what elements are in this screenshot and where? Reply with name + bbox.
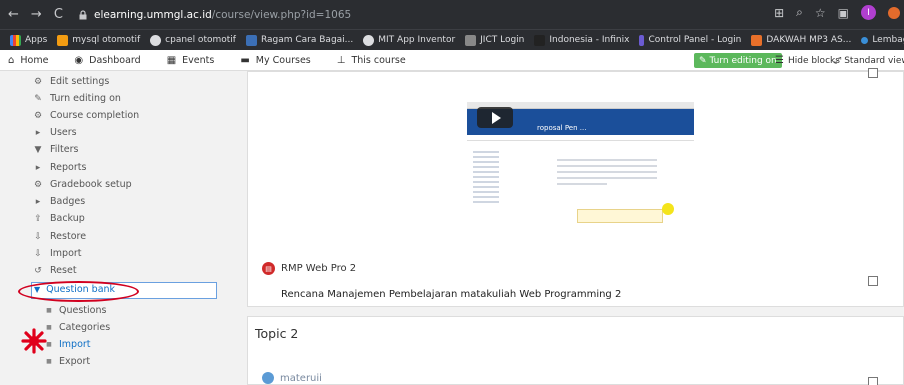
sidebar-item-users[interactable]: ▸ Users xyxy=(32,127,77,138)
bookmarks-bar: Apps mysql otomotif cpanel otomotif Raga… xyxy=(0,29,904,50)
extension-icon[interactable]: ▣ xyxy=(838,6,849,20)
topic-2-completion-checkbox[interactable] xyxy=(868,377,878,385)
filter-icon: ▼ xyxy=(34,144,42,155)
resource-link[interactable]: ▤ RMP Web Pro 2 xyxy=(262,262,356,275)
site-navbar: ⌂ Home ◉ Dashboard ▦ Events ▬ My Courses ⊥ Th… xyxy=(0,50,904,71)
edit-icon: ✎ xyxy=(699,55,707,66)
sidebar-item-reports[interactable]: ▸ Reports xyxy=(32,162,87,173)
bullet-icon: ■ xyxy=(46,358,52,365)
play-icon xyxy=(492,111,501,124)
file-icon xyxy=(262,372,274,384)
turn-editing-on-button[interactable]: ✎ Turn editing on xyxy=(694,53,782,68)
dashboard-icon: ◉ xyxy=(74,54,84,66)
bookmark-ragam-cara[interactable]: Ragam Cara Bagai... xyxy=(245,34,353,46)
standard-view-button[interactable]: ⤢ Standard view xyxy=(834,53,904,68)
bookmark-control-panel[interactable]: Control Panel - Login xyxy=(639,34,741,46)
address-bar[interactable]: elearning.ummgl.ac.id/course/view.php?id… xyxy=(78,5,838,24)
sidebar-subitem-questions[interactable]: ■ Questions xyxy=(45,305,106,316)
gear-icon: ⚙ xyxy=(33,76,43,87)
gear-icon: ⚙ xyxy=(33,110,43,121)
nav-events[interactable]: ▦ Events xyxy=(167,55,215,66)
topic-2-section: Topic 2 materuii xyxy=(247,316,904,385)
download-icon: ⇩ xyxy=(34,231,42,242)
bookmark-cpanel-otomotif[interactable]: cpanel otomotif xyxy=(150,34,236,46)
reload-icon[interactable]: C xyxy=(54,7,63,22)
play-button[interactable] xyxy=(477,107,513,128)
topic-2-item[interactable]: materuii xyxy=(262,372,322,384)
bullet-icon: ■ xyxy=(46,307,52,314)
bookmark-jict-login[interactable]: JICT Login xyxy=(465,34,524,46)
sitemap-icon: ⊥ xyxy=(336,54,346,66)
translate-icon[interactable]: ⊞ xyxy=(774,6,784,20)
sidebar-subitem-categories[interactable]: ■ Categories xyxy=(45,322,110,333)
bookmark-mit-app-inventor[interactable]: MIT App Inventor xyxy=(363,34,455,46)
nav-home[interactable]: ⌂ Home xyxy=(8,55,48,66)
hide-blocks-icon: ☰ xyxy=(775,55,784,66)
pdf-icon: ▤ xyxy=(262,262,275,275)
sidebar-subitem-export[interactable]: ■ Export xyxy=(45,356,90,367)
expand-icon: ⤢ xyxy=(834,55,842,66)
calendar-icon: ▦ xyxy=(166,54,177,66)
chevron-right-icon: ▸ xyxy=(35,162,41,173)
profile-avatar[interactable]: I xyxy=(861,5,876,20)
sidebar-subitem-import[interactable]: ■ Import xyxy=(45,339,90,350)
administration-block: ⚙ Edit settings ✎ Turn editing on ⚙ Course … xyxy=(0,71,240,385)
pencil-icon: ✎ xyxy=(34,93,42,104)
url-path: /course/view.php?id=1065 xyxy=(211,8,352,21)
topic-2-title: Topic 2 xyxy=(255,326,299,341)
annotation-ellipse xyxy=(18,281,139,302)
sidebar-item-backup[interactable]: ⇪ Backup xyxy=(32,213,85,224)
sidebar-item-reset[interactable]: ↺ Reset xyxy=(32,265,76,276)
sidebar-item-gradebook-setup[interactable]: ⚙ Gradebook setup xyxy=(32,179,132,190)
bookmark-mysql-otomotif[interactable]: mysql otomotif xyxy=(57,34,140,46)
sidebar-item-filters[interactable]: ▼ Filters xyxy=(32,144,79,155)
url-host: elearning.ummgl.ac.id xyxy=(94,8,212,21)
browser-toolbar: ← → C elearning.ummgl.ac.id/course/view.… xyxy=(0,0,904,29)
reset-icon: ↺ xyxy=(34,265,42,276)
chevron-right-icon: ▸ xyxy=(35,127,41,138)
video-embed[interactable]: roposal Pen ... xyxy=(467,102,694,233)
home-icon: ⌂ xyxy=(8,54,15,66)
back-icon[interactable]: ← xyxy=(8,7,19,22)
star-icon[interactable]: ☆ xyxy=(815,6,826,20)
sidebar-item-course-completion[interactable]: ⚙ Course completion xyxy=(32,110,139,121)
sidebar-item-turn-editing[interactable]: ✎ Turn editing on xyxy=(32,93,121,104)
topic-section: roposal Pen ... ▤ RMP Web Pro 2 Rencana … xyxy=(247,68,904,307)
sidebar-item-badges[interactable]: ▸ Badges xyxy=(32,196,85,207)
bookmark-lembaga[interactable]: Lembaga Pengemb... xyxy=(861,35,904,45)
nav-this-course[interactable]: ⊥ This course xyxy=(337,55,406,66)
sidebar-item-import[interactable]: ⇩ Import xyxy=(32,248,81,259)
resource-description: Rencana Manajemen Pembelajaran matakulia… xyxy=(281,289,622,300)
bookmark-indonesia-infinix[interactable]: Indonesia - Infinix xyxy=(534,34,629,46)
upload-icon: ⇪ xyxy=(34,213,42,224)
nav-dashboard[interactable]: ◉ Dashboard xyxy=(74,55,140,66)
bookmark-dakwah-mp3[interactable]: DAKWAH MP3 AS... xyxy=(751,34,851,46)
lock-icon xyxy=(79,9,87,19)
hide-blocks-button[interactable]: ☰ Hide blocks xyxy=(775,53,840,68)
forward-icon[interactable]: → xyxy=(31,7,42,22)
courses-icon: ▬ xyxy=(240,54,250,66)
bookmark-apps[interactable]: Apps xyxy=(10,34,47,46)
import-icon: ⇩ xyxy=(34,248,42,259)
chevron-right-icon: ▸ xyxy=(35,196,41,207)
annotation-star-icon xyxy=(21,328,47,354)
gear-icon: ⚙ xyxy=(33,179,43,190)
resource-completion-checkbox[interactable] xyxy=(868,276,878,286)
course-content: roposal Pen ... ▤ RMP Web Pro 2 Rencana … xyxy=(247,68,904,385)
nav-my-courses[interactable]: ▬ My Courses xyxy=(240,55,310,66)
sidebar-item-restore[interactable]: ⇩ Restore xyxy=(32,231,86,242)
sidebar-item-edit-settings[interactable]: ⚙ Edit settings xyxy=(32,76,109,87)
browser-extension-icon[interactable] xyxy=(888,6,900,19)
completion-checkbox[interactable] xyxy=(868,68,878,78)
zoom-icon[interactable]: ⌕ xyxy=(796,5,803,20)
